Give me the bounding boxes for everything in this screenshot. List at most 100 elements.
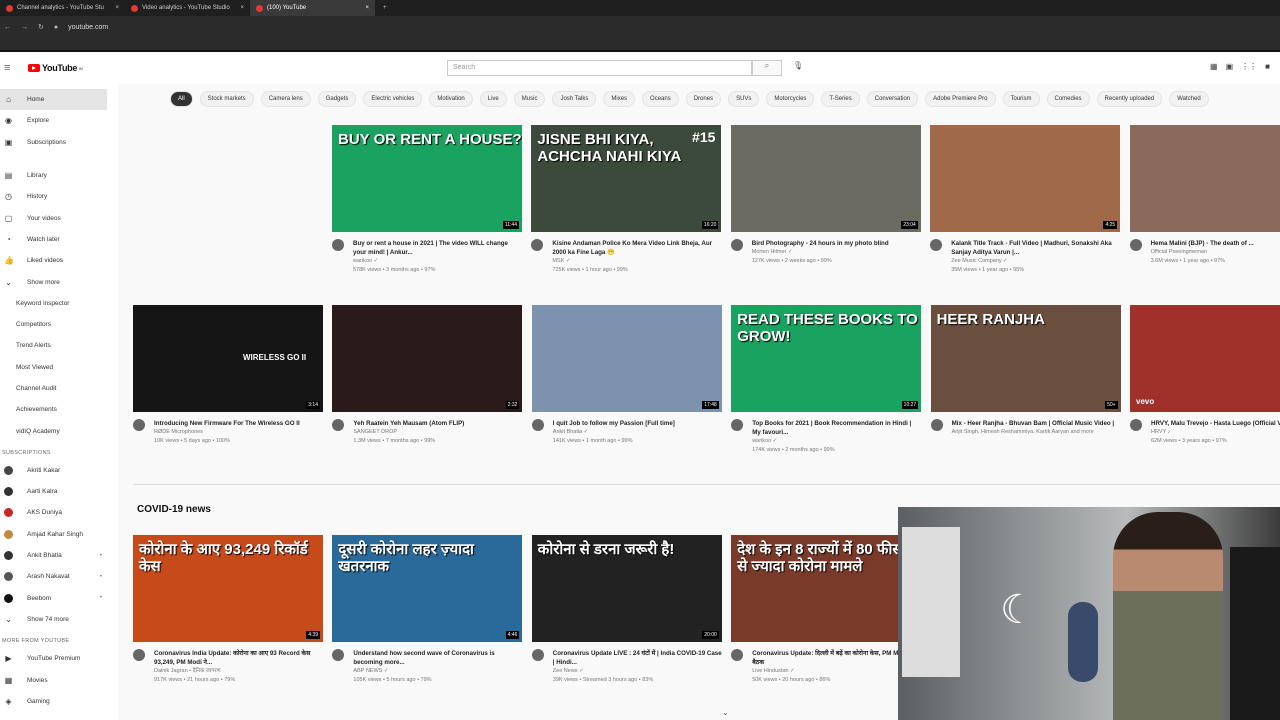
filter-chip[interactable]: Conversation <box>866 91 919 107</box>
video-title[interactable]: Kalank Title Track - Full Video | Madhur… <box>951 239 1120 257</box>
video-thumbnail[interactable]: READ THESE BOOKS TO GROW! 10:27 <box>731 305 922 412</box>
video-title[interactable]: Coronavirus India Update: कोरोना का आए 9… <box>154 649 323 667</box>
apps-icon[interactable]: ⋮⋮ <box>1241 62 1257 71</box>
filter-chip[interactable]: All <box>170 91 193 107</box>
channel-avatar[interactable] <box>133 649 145 661</box>
video-card[interactable]: WIRELESS GO II 3:14 Introducing New Firmwa… <box>133 305 323 446</box>
video-title[interactable]: Yeh Raatein Yeh Mausam (Atom FLIP) <box>353 419 464 428</box>
channel-name[interactable]: Zee Music Company ✓ <box>951 257 1120 266</box>
sidebar-extension-item[interactable]: Channel Audit <box>0 378 118 399</box>
filter-chip[interactable]: Music <box>513 91 546 107</box>
video-title[interactable]: Buy or rent a house in 2021 | The video … <box>353 239 522 257</box>
video-thumbnail[interactable]: कोरोना से डरना जरूरी है! 20:00 <box>531 535 722 642</box>
channel-name[interactable]: Arijit Singh, Himesh Reshammiya, Kartik … <box>952 428 1115 437</box>
sidebar-extension-item[interactable]: vidIQ Academy <box>0 420 118 441</box>
video-card[interactable]: 4:25 Kalank Title Track - Full Video | Ma… <box>930 125 1121 275</box>
channel-name[interactable]: MSK ✓ <box>552 257 721 266</box>
filter-chip[interactable]: T-Series <box>821 91 860 107</box>
sidebar-item-more[interactable]: ▦ Movies <box>0 669 118 690</box>
video-title[interactable]: HRVY, Malu Trevejo - Hasta Luego (Offici… <box>1151 419 1280 428</box>
video-card[interactable]: READ THESE BOOKS TO GROW! 10:27 Top Books … <box>731 305 922 455</box>
channel-name[interactable]: HRVY ♪ <box>1151 428 1280 437</box>
back-icon[interactable]: ← <box>4 24 11 31</box>
video-card[interactable]: JISNE BHI KIYA, ACHCHA NAHI KIYA #15 16:20… <box>531 125 722 275</box>
sidebar-extension-item[interactable]: Keyword inspector <box>0 293 118 314</box>
filter-chip[interactable]: Recently uploaded <box>1096 91 1163 107</box>
new-tab-icon[interactable]: + <box>383 5 387 11</box>
filter-chip[interactable]: Mixes <box>603 91 636 107</box>
video-title[interactable]: Coronavirus Update LIVE : 24 घंटों में |… <box>553 649 722 667</box>
sidebar-item-more[interactable]: ◈ Gaming <box>0 691 118 712</box>
tab-close-icon[interactable]: × <box>365 5 369 11</box>
search-button[interactable]: ⌕ <box>752 60 782 76</box>
browser-tab[interactable]: Channel analytics - YouTube Stu × <box>0 0 125 16</box>
filter-chip[interactable]: Adobe Premiere Pro <box>925 91 996 107</box>
channel-name[interactable]: warikoo ✓ <box>752 437 921 446</box>
video-title[interactable]: Understand how second wave of Coronaviru… <box>353 649 522 667</box>
sidebar-item-watch-later[interactable]: ◔ Watch later <box>0 229 118 250</box>
channel-avatar[interactable] <box>531 419 544 431</box>
channel-avatar[interactable] <box>332 239 344 251</box>
subscription-item[interactable]: Akriti Kakar <box>0 460 118 481</box>
video-card[interactable]: Hema Malini (BJP) - The death of ... Offi… <box>1129 125 1280 266</box>
address-bar[interactable]: ← → ↻ ● youtube.com <box>0 16 1280 38</box>
sidebar-extension-item[interactable]: Achievements <box>0 399 118 420</box>
video-card[interactable]: कोरोना से डरना जरूरी है! 20:00 Coronavirus… <box>531 535 722 685</box>
video-thumbnail[interactable]: देश के इन 8 राज्यों में 80 फीसदी से ज्या… <box>731 535 922 642</box>
channel-avatar[interactable] <box>1130 419 1142 431</box>
channel-avatar[interactable] <box>930 239 943 251</box>
video-title[interactable]: Bird Photography - 24 hours in my photo … <box>752 239 889 248</box>
channel-avatar[interactable] <box>531 649 544 661</box>
video-thumbnail[interactable]: WIRELESS GO II 3:14 <box>133 305 323 412</box>
sidebar-item-history[interactable]: ◷ History <box>0 186 118 207</box>
video-card[interactable]: HEER RANJHA 50+ Mix - Heer Ranjha - Bhuvan… <box>930 305 1121 437</box>
video-title[interactable]: Kisine Andaman Police Ko Mera Video Link… <box>552 239 721 257</box>
browser-tab[interactable]: (100) YouTube × <box>250 0 375 16</box>
subscription-item[interactable]: AKS Duniya <box>0 502 118 523</box>
channel-avatar[interactable] <box>531 239 544 251</box>
video-card[interactable]: 2:32 Yeh Raatein Yeh Mausam (Atom FLIP) SA… <box>332 305 523 446</box>
channel-name[interactable]: Ankit Bhatia ✓ <box>553 428 675 437</box>
filter-chip[interactable]: Josh Talks <box>552 91 597 107</box>
tab-close-icon[interactable]: × <box>115 5 119 11</box>
channel-name[interactable]: warikoo ✓ <box>353 257 522 266</box>
channel-name[interactable]: Zee News ✓ <box>553 667 722 676</box>
video-title[interactable]: Introducing New Firmware For The Wireles… <box>154 419 300 428</box>
filter-chip[interactable]: Live <box>479 91 507 107</box>
channel-avatar[interactable] <box>730 239 743 251</box>
search-input[interactable]: Search <box>447 60 752 76</box>
notifications-icon[interactable]: ■ <box>1265 62 1270 71</box>
video-thumbnail[interactable]: दूसरी कोरोना लहर ज़्यादा खतरनाक 4:46 <box>332 535 523 642</box>
video-card[interactable]: देश के इन 8 राज्यों में 80 फीसदी से ज्या… <box>731 535 922 685</box>
video-card[interactable]: BUY OR RENT A HOUSE? 11:44 Buy or rent a h… <box>332 125 522 275</box>
channel-avatar[interactable] <box>133 419 145 431</box>
channel-name[interactable]: SANGEET DROP <box>353 428 464 437</box>
create-icon[interactable]: ▣ <box>1226 62 1234 71</box>
sidebar-extension-item[interactable]: Competitors <box>0 314 118 335</box>
filter-chip[interactable]: Drones <box>685 91 722 107</box>
subscription-item[interactable]: Beebom • <box>0 588 118 609</box>
sidebar-item-show-more[interactable]: ⌄ Show more <box>0 271 118 292</box>
video-thumbnail[interactable]: HEER RANJHA 50+ <box>930 305 1121 412</box>
sidebar-extension-item[interactable]: Trend Alerts <box>0 335 118 356</box>
sidebar-item-library[interactable]: ▤ Library <box>0 165 118 186</box>
sidebar-item-explore[interactable]: ◉ Explore <box>0 110 118 131</box>
sidebar-item-more[interactable]: ▶ YouTube Premium <box>0 648 118 669</box>
channel-avatar[interactable] <box>731 419 744 431</box>
sidebar-item-home[interactable]: ⌂ Home <box>0 89 107 111</box>
video-thumbnail[interactable]: 2:32 <box>332 305 523 412</box>
filter-chip[interactable]: SUVs <box>728 91 760 107</box>
subscription-item[interactable]: ⌄ Show 74 more <box>0 609 118 630</box>
subscription-item[interactable]: Arash Nakavat • <box>0 566 118 587</box>
video-card[interactable]: कोरोना के आए 93,249 रिकॉर्ड केस 4:39 Coron… <box>133 535 323 685</box>
filter-chip[interactable]: Gadgets <box>317 91 357 107</box>
video-card[interactable]: vevo HRVY, Malu Trevejo - Hasta Luego (Of… <box>1130 305 1280 446</box>
channel-avatar[interactable] <box>1129 239 1142 251</box>
subscription-item[interactable]: Amjad Kahar Singh <box>0 524 118 545</box>
reload-icon[interactable]: ↻ <box>38 23 44 31</box>
video-thumbnail[interactable]: vevo <box>1130 305 1280 412</box>
video-thumbnail[interactable]: 17:48 <box>531 305 722 412</box>
hamburger-menu-icon[interactable]: ≡ <box>4 62 20 74</box>
sidebar-item-your-videos[interactable]: ▢ Your videos <box>0 207 118 228</box>
video-thumbnail[interactable]: JISNE BHI KIYA, ACHCHA NAHI KIYA #15 16:20 <box>531 125 722 232</box>
